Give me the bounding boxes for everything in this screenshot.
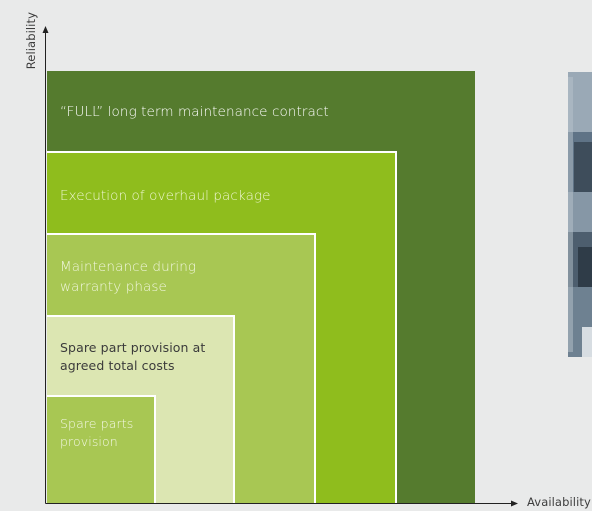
- y-axis-label: Reliability: [24, 12, 38, 70]
- level-spare-parts-provision: Spare parts provision: [47, 395, 156, 503]
- level-label: “FULL” long term maintenance contract: [60, 104, 329, 120]
- level-label: Maintenance during warranty phase: [60, 259, 197, 295]
- x-axis-arrow-icon: [511, 500, 518, 507]
- level-label: Spare parts provision: [60, 416, 134, 449]
- diagram-canvas: Reliability Availability “FULL” long ter…: [0, 0, 592, 511]
- x-axis-label: Availability: [527, 495, 591, 509]
- photo-icon: [568, 72, 592, 357]
- level-label: Spare part provision at agreed total cos…: [60, 340, 206, 373]
- y-axis-arrow-icon: [42, 26, 49, 33]
- level-label: Execution of overhaul package: [60, 188, 271, 204]
